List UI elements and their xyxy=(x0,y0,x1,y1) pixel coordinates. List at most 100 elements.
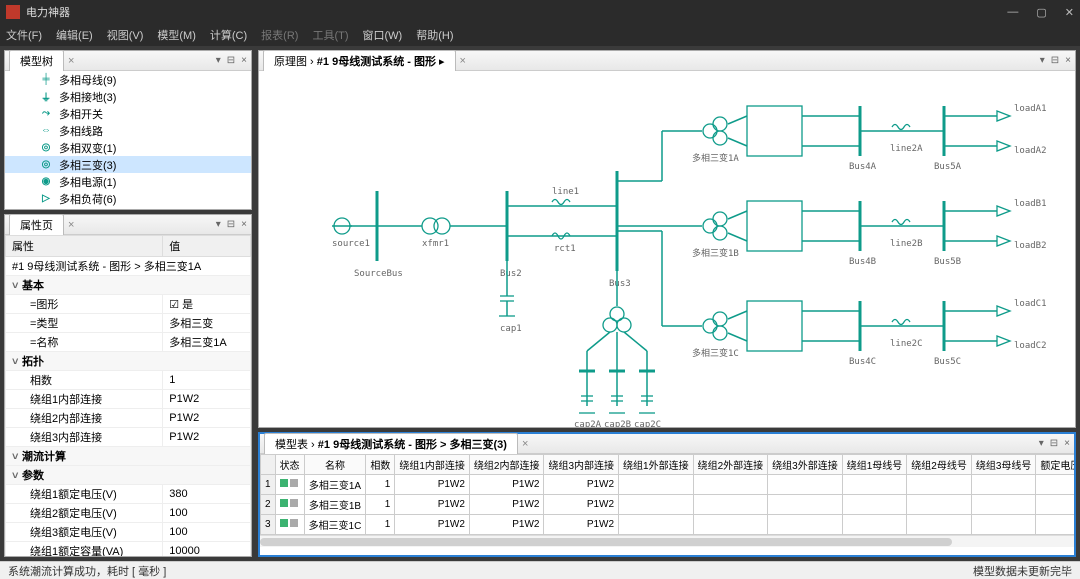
statusbar: 系统潮流计算成功，耗时 [ 毫秒 ] 模型数据未更新完毕 xyxy=(0,561,1080,579)
close-icon[interactable]: × xyxy=(64,219,78,231)
column-header[interactable]: 绕组3内部连接 xyxy=(544,455,619,475)
close-icon[interactable]: × xyxy=(456,55,470,67)
name-cell: 多相三变1B xyxy=(304,495,366,515)
tree-item[interactable]: ◎多相双变(1) xyxy=(5,139,251,156)
table-row[interactable]: 1多相三变1A1P1W2P1W2P1W2380100100 xyxy=(261,475,1075,495)
status-left: 系统潮流计算成功，耗时 [ 毫秒 ] xyxy=(8,563,166,579)
close-button[interactable]: ✕ xyxy=(1065,6,1074,19)
property-group[interactable]: ˅潮流计算 xyxy=(6,447,251,466)
svg-text:cap2C: cap2C xyxy=(634,420,661,427)
model-tree-panel: 模型树 × ▾ ⊟ × ╪多相母线(9)⏚多相接地(3)⤳多相开关⇔多相线路◎多相双… xyxy=(4,50,252,210)
menu-edit[interactable]: 编辑(E) xyxy=(56,27,93,43)
tree-item[interactable]: ◉多相电源(1) xyxy=(5,173,251,190)
tree-item[interactable]: ⇔多相线路 xyxy=(5,122,251,139)
workspace: 模型树 × ▾ ⊟ × ╪多相母线(9)⏚多相接地(3)⤳多相开关⇔多相线路◎多相双… xyxy=(0,46,1080,561)
row-number: 2 xyxy=(261,495,276,515)
component-icon: ▷ xyxy=(39,194,53,204)
component-icon: ◎ xyxy=(39,143,53,153)
property-value[interactable]: P1W2 xyxy=(163,428,251,447)
svg-text:loadA2: loadA2 xyxy=(1014,146,1047,156)
table-tab[interactable]: 模型表 › #1 9母线测试系统 - 图形 > 多相三变(3) xyxy=(264,433,518,454)
property-value[interactable]: P1W2 xyxy=(163,409,251,428)
menu-view[interactable]: 视图(V) xyxy=(107,27,144,43)
svg-text:Bus5C: Bus5C xyxy=(934,357,961,367)
property-value[interactable]: 10000 xyxy=(163,542,251,557)
model-data-table[interactable]: 状态名称相数绕组1内部连接绕组2内部连接绕组3内部连接绕组1外部连接绕组2外部连… xyxy=(260,454,1074,535)
column-header[interactable]: 绕组2母线号 xyxy=(907,455,972,475)
column-header[interactable]: 额定电压 绕组1(V) xyxy=(1036,455,1074,475)
column-header[interactable]: 相数 xyxy=(366,455,395,475)
property-value[interactable]: 1 xyxy=(163,371,251,390)
property-key: 绕组3内部连接 xyxy=(6,428,163,447)
column-header[interactable]: 绕组1母线号 xyxy=(842,455,907,475)
property-group[interactable]: ˅拓扑 xyxy=(6,352,251,371)
close-panel-icon[interactable]: × xyxy=(241,55,247,66)
menubar: 文件(F) 编辑(E) 视图(V) 模型(M) 计算(C) 报表(R) 工具(T… xyxy=(0,24,1080,46)
menu-window[interactable]: 窗口(W) xyxy=(363,27,403,43)
close-panel-icon[interactable]: × xyxy=(241,219,247,230)
menu-file[interactable]: 文件(F) xyxy=(6,27,42,43)
name-cell: 多相三变1C xyxy=(304,515,366,535)
property-value[interactable]: 多相三变1A xyxy=(163,333,251,352)
diagram-tab[interactable]: 原理图 › #1 9母线测试系统 - 图形 ▸ xyxy=(263,50,456,71)
diagram-canvas[interactable]: source1 SourceBus xfmr1 Bus2 cap1 line1 xyxy=(259,71,1075,427)
property-value[interactable]: 100 xyxy=(163,523,251,542)
property-group[interactable]: ˅参数 xyxy=(6,466,251,485)
close-panel-icon[interactable]: × xyxy=(1064,438,1070,449)
menu-help[interactable]: 帮助(H) xyxy=(416,27,453,43)
menu-tools[interactable]: 工具(T) xyxy=(312,27,348,43)
svg-text:Bus3: Bus3 xyxy=(609,279,631,289)
column-header[interactable]: 绕组1外部连接 xyxy=(619,455,694,475)
horizontal-scrollbar[interactable] xyxy=(260,535,1074,547)
col-val: 值 xyxy=(163,236,251,257)
svg-text:Bus2: Bus2 xyxy=(500,269,522,279)
component-icon: ⏚ xyxy=(39,92,53,102)
dropdown-icon[interactable]: ▾ xyxy=(1039,438,1044,449)
property-value[interactable]: 380 xyxy=(163,485,251,504)
column-header[interactable]: 绕组2外部连接 xyxy=(693,455,768,475)
close-panel-icon[interactable]: × xyxy=(1065,55,1071,66)
svg-text:source1: source1 xyxy=(332,239,370,249)
pin-icon[interactable]: ⊟ xyxy=(227,219,235,230)
column-header[interactable]: 名称 xyxy=(304,455,366,475)
table-row[interactable]: 3多相三变1C1P1W2P1W2P1W2380100100 xyxy=(261,515,1075,535)
model-tree-tab[interactable]: 模型树 xyxy=(9,50,64,71)
svg-text:多相三变1A: 多相三变1A xyxy=(692,152,739,164)
tree-item[interactable]: ⊥多相电容(4) xyxy=(5,207,251,209)
property-key: 绕组3额定电压(V) xyxy=(6,523,163,542)
table-row[interactable]: 2多相三变1B1P1W2P1W2P1W2380100100 xyxy=(261,495,1075,515)
property-tab[interactable]: 属性页 xyxy=(9,214,64,235)
column-header[interactable]: 状态 xyxy=(275,455,304,475)
property-value[interactable]: ☑ 是 xyxy=(163,295,251,314)
property-value[interactable]: 100 xyxy=(163,504,251,523)
menu-report[interactable]: 报表(R) xyxy=(261,27,298,43)
column-header[interactable]: 绕组3母线号 xyxy=(971,455,1036,475)
pin-icon[interactable]: ⊟ xyxy=(1051,55,1059,66)
app-title: 电力神器 xyxy=(26,4,70,20)
property-group[interactable]: ˅基本 xyxy=(6,276,251,295)
pin-icon[interactable]: ⊟ xyxy=(1050,438,1058,449)
tree-item[interactable]: ╪多相母线(9) xyxy=(5,71,251,88)
tree-item[interactable]: ▷多相负荷(6) xyxy=(5,190,251,207)
name-cell: 多相三变1A xyxy=(304,475,366,495)
close-icon[interactable]: × xyxy=(64,55,78,67)
menu-model[interactable]: 模型(M) xyxy=(157,27,196,43)
dropdown-icon[interactable]: ▾ xyxy=(216,55,221,66)
property-value[interactable]: P1W2 xyxy=(163,390,251,409)
svg-text:cap2B: cap2B xyxy=(604,420,631,427)
svg-text:loadC1: loadC1 xyxy=(1014,299,1047,309)
maximize-button[interactable]: ▢ xyxy=(1036,6,1046,19)
dropdown-icon[interactable]: ▾ xyxy=(216,219,221,230)
column-header[interactable]: 绕组1内部连接 xyxy=(395,455,470,475)
pin-icon[interactable]: ⊟ xyxy=(227,55,235,66)
tree-item[interactable]: ◎多相三变(3) xyxy=(5,156,251,173)
column-header[interactable]: 绕组2内部连接 xyxy=(469,455,544,475)
column-header[interactable]: 绕组3外部连接 xyxy=(768,455,843,475)
dropdown-icon[interactable]: ▾ xyxy=(1040,55,1045,66)
tree-item[interactable]: ⤳多相开关 xyxy=(5,105,251,122)
menu-compute[interactable]: 计算(C) xyxy=(210,27,247,43)
minimize-button[interactable]: — xyxy=(1007,6,1018,19)
property-value[interactable]: 多相三变 xyxy=(163,314,251,333)
close-icon[interactable]: × xyxy=(518,438,532,450)
tree-item[interactable]: ⏚多相接地(3) xyxy=(5,88,251,105)
